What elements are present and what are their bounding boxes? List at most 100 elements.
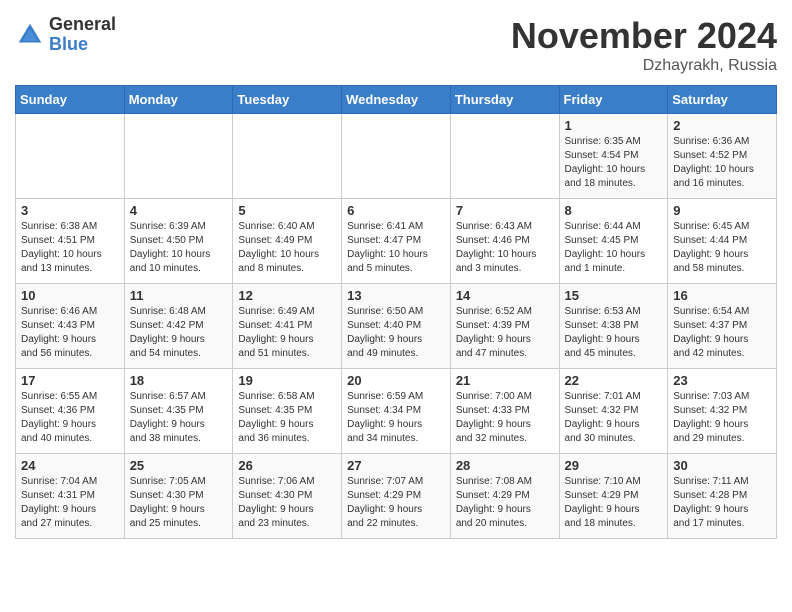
- calendar-cell: 27 Sunrise: 7:07 AM Sunset: 4:29 PM Dayli…: [342, 454, 451, 539]
- day-info: Sunrise: 7:07 AM Sunset: 4:29 PM Dayligh…: [347, 475, 445, 531]
- day-info: Sunrise: 6:58 AM Sunset: 4:35 PM Dayligh…: [238, 390, 336, 446]
- day-number: 15: [565, 288, 663, 303]
- calendar-cell: 13 Sunrise: 6:50 AM Sunset: 4:40 PM Dayli…: [342, 284, 451, 369]
- calendar-header-row: SundayMondayTuesdayWednesdayThursdayFrid…: [16, 86, 777, 114]
- day-number: 24: [21, 458, 119, 473]
- day-number: 28: [456, 458, 554, 473]
- calendar-table: SundayMondayTuesdayWednesdayThursdayFrid…: [15, 85, 777, 539]
- header-wednesday: Wednesday: [342, 86, 451, 114]
- header-sunday: Sunday: [16, 86, 125, 114]
- logo-icon: [15, 20, 45, 50]
- day-info: Sunrise: 6:35 AM Sunset: 4:54 PM Dayligh…: [565, 135, 663, 191]
- calendar-cell: 16Sunrise: 6:54 AM Sunset: 4:37 PM Dayli…: [668, 284, 777, 369]
- day-number: 26: [238, 458, 336, 473]
- calendar-cell: [16, 114, 125, 199]
- page-header: General Blue November 2024 Dzhayrakh, Ru…: [15, 15, 777, 75]
- day-info: Sunrise: 7:04 AM Sunset: 4:31 PM Dayligh…: [21, 475, 119, 531]
- day-number: 23: [673, 373, 771, 388]
- day-info: Sunrise: 6:52 AM Sunset: 4:39 PM Dayligh…: [456, 305, 554, 361]
- calendar-cell: 12 Sunrise: 6:49 AM Sunset: 4:41 PM Dayli…: [233, 284, 342, 369]
- calendar-cell: 4Sunrise: 6:39 AM Sunset: 4:50 PM Daylig…: [124, 199, 233, 284]
- calendar-cell: 25 Sunrise: 7:05 AM Sunset: 4:30 PM Dayli…: [124, 454, 233, 539]
- logo-blue: Blue: [49, 35, 116, 55]
- day-number: 13: [347, 288, 445, 303]
- day-info: Sunrise: 6:59 AM Sunset: 4:34 PM Dayligh…: [347, 390, 445, 446]
- title-block: November 2024 Dzhayrakh, Russia: [511, 15, 777, 75]
- calendar-cell: 20Sunrise: 6:59 AM Sunset: 4:34 PM Dayli…: [342, 369, 451, 454]
- calendar-cell: 24 Sunrise: 7:04 AM Sunset: 4:31 PM Dayli…: [16, 454, 125, 539]
- day-number: 30: [673, 458, 771, 473]
- day-info: Sunrise: 6:54 AM Sunset: 4:37 PM Dayligh…: [673, 305, 771, 361]
- calendar-week-3: 10 Sunrise: 6:46 AM Sunset: 4:43 PM Dayli…: [16, 284, 777, 369]
- calendar-week-5: 24 Sunrise: 7:04 AM Sunset: 4:31 PM Dayli…: [16, 454, 777, 539]
- calendar-cell: 9 Sunrise: 6:45 AM Sunset: 4:44 PM Daylig…: [668, 199, 777, 284]
- day-info: Sunrise: 7:06 AM Sunset: 4:30 PM Dayligh…: [238, 475, 336, 531]
- day-number: 5: [238, 203, 336, 218]
- day-number: 27: [347, 458, 445, 473]
- day-number: 8: [565, 203, 663, 218]
- calendar-cell: 5 Sunrise: 6:40 AM Sunset: 4:49 PM Daylig…: [233, 199, 342, 284]
- day-number: 9: [673, 203, 771, 218]
- logo-text: General Blue: [49, 15, 116, 55]
- calendar-cell: [124, 114, 233, 199]
- day-number: 6: [347, 203, 445, 218]
- day-info: Sunrise: 6:36 AM Sunset: 4:52 PM Dayligh…: [673, 135, 771, 191]
- calendar-cell: 19 Sunrise: 6:58 AM Sunset: 4:35 PM Dayli…: [233, 369, 342, 454]
- calendar-week-4: 17 Sunrise: 6:55 AM Sunset: 4:36 PM Dayli…: [16, 369, 777, 454]
- day-info: Sunrise: 6:46 AM Sunset: 4:43 PM Dayligh…: [21, 305, 119, 361]
- header-monday: Monday: [124, 86, 233, 114]
- calendar-cell: 26 Sunrise: 7:06 AM Sunset: 4:30 PM Dayli…: [233, 454, 342, 539]
- day-info: Sunrise: 6:44 AM Sunset: 4:45 PM Dayligh…: [565, 220, 663, 276]
- day-number: 7: [456, 203, 554, 218]
- day-number: 19: [238, 373, 336, 388]
- day-number: 22: [565, 373, 663, 388]
- header-tuesday: Tuesday: [233, 86, 342, 114]
- calendar-cell: 22Sunrise: 7:01 AM Sunset: 4:32 PM Dayli…: [559, 369, 668, 454]
- calendar-cell: [450, 114, 559, 199]
- day-info: Sunrise: 7:08 AM Sunset: 4:29 PM Dayligh…: [456, 475, 554, 531]
- day-info: Sunrise: 6:45 AM Sunset: 4:44 PM Dayligh…: [673, 220, 771, 276]
- day-info: Sunrise: 6:57 AM Sunset: 4:35 PM Dayligh…: [130, 390, 228, 446]
- calendar-cell: 29 Sunrise: 7:10 AM Sunset: 4:29 PM Dayli…: [559, 454, 668, 539]
- day-info: Sunrise: 7:00 AM Sunset: 4:33 PM Dayligh…: [456, 390, 554, 446]
- logo: General Blue: [15, 15, 116, 55]
- day-info: Sunrise: 6:53 AM Sunset: 4:38 PM Dayligh…: [565, 305, 663, 361]
- day-number: 25: [130, 458, 228, 473]
- day-info: Sunrise: 6:41 AM Sunset: 4:47 PM Dayligh…: [347, 220, 445, 276]
- calendar-cell: 8 Sunrise: 6:44 AM Sunset: 4:45 PM Daylig…: [559, 199, 668, 284]
- day-number: 11: [130, 288, 228, 303]
- calendar-cell: 6 Sunrise: 6:41 AM Sunset: 4:47 PM Daylig…: [342, 199, 451, 284]
- calendar-cell: 7 Sunrise: 6:43 AM Sunset: 4:46 PM Daylig…: [450, 199, 559, 284]
- day-number: 3: [21, 203, 119, 218]
- day-number: 14: [456, 288, 554, 303]
- day-number: 29: [565, 458, 663, 473]
- calendar-cell: 3 Sunrise: 6:38 AM Sunset: 4:51 PM Daylig…: [16, 199, 125, 284]
- calendar-cell: 15 Sunrise: 6:53 AM Sunset: 4:38 PM Dayli…: [559, 284, 668, 369]
- calendar-cell: 17 Sunrise: 6:55 AM Sunset: 4:36 PM Dayli…: [16, 369, 125, 454]
- day-info: Sunrise: 6:49 AM Sunset: 4:41 PM Dayligh…: [238, 305, 336, 361]
- day-info: Sunrise: 6:43 AM Sunset: 4:46 PM Dayligh…: [456, 220, 554, 276]
- day-info: Sunrise: 6:38 AM Sunset: 4:51 PM Dayligh…: [21, 220, 119, 276]
- month-title: November 2024: [511, 15, 777, 57]
- day-info: Sunrise: 6:50 AM Sunset: 4:40 PM Dayligh…: [347, 305, 445, 361]
- calendar-cell: 23Sunrise: 7:03 AM Sunset: 4:32 PM Dayli…: [668, 369, 777, 454]
- day-number: 12: [238, 288, 336, 303]
- day-number: 18: [130, 373, 228, 388]
- day-info: Sunrise: 7:10 AM Sunset: 4:29 PM Dayligh…: [565, 475, 663, 531]
- calendar-cell: 1 Sunrise: 6:35 AM Sunset: 4:54 PM Daylig…: [559, 114, 668, 199]
- calendar-week-2: 3 Sunrise: 6:38 AM Sunset: 4:51 PM Daylig…: [16, 199, 777, 284]
- header-friday: Friday: [559, 86, 668, 114]
- day-number: 1: [565, 118, 663, 133]
- calendar-week-1: 1 Sunrise: 6:35 AM Sunset: 4:54 PM Daylig…: [16, 114, 777, 199]
- calendar-cell: 18 Sunrise: 6:57 AM Sunset: 4:35 PM Dayli…: [124, 369, 233, 454]
- day-info: Sunrise: 7:05 AM Sunset: 4:30 PM Dayligh…: [130, 475, 228, 531]
- calendar-cell: 2 Sunrise: 6:36 AM Sunset: 4:52 PM Daylig…: [668, 114, 777, 199]
- day-info: Sunrise: 6:55 AM Sunset: 4:36 PM Dayligh…: [21, 390, 119, 446]
- calendar-cell: 10 Sunrise: 6:46 AM Sunset: 4:43 PM Dayli…: [16, 284, 125, 369]
- header-saturday: Saturday: [668, 86, 777, 114]
- day-number: 10: [21, 288, 119, 303]
- day-number: 17: [21, 373, 119, 388]
- day-number: 2: [673, 118, 771, 133]
- day-info: Sunrise: 6:40 AM Sunset: 4:49 PM Dayligh…: [238, 220, 336, 276]
- day-number: 21: [456, 373, 554, 388]
